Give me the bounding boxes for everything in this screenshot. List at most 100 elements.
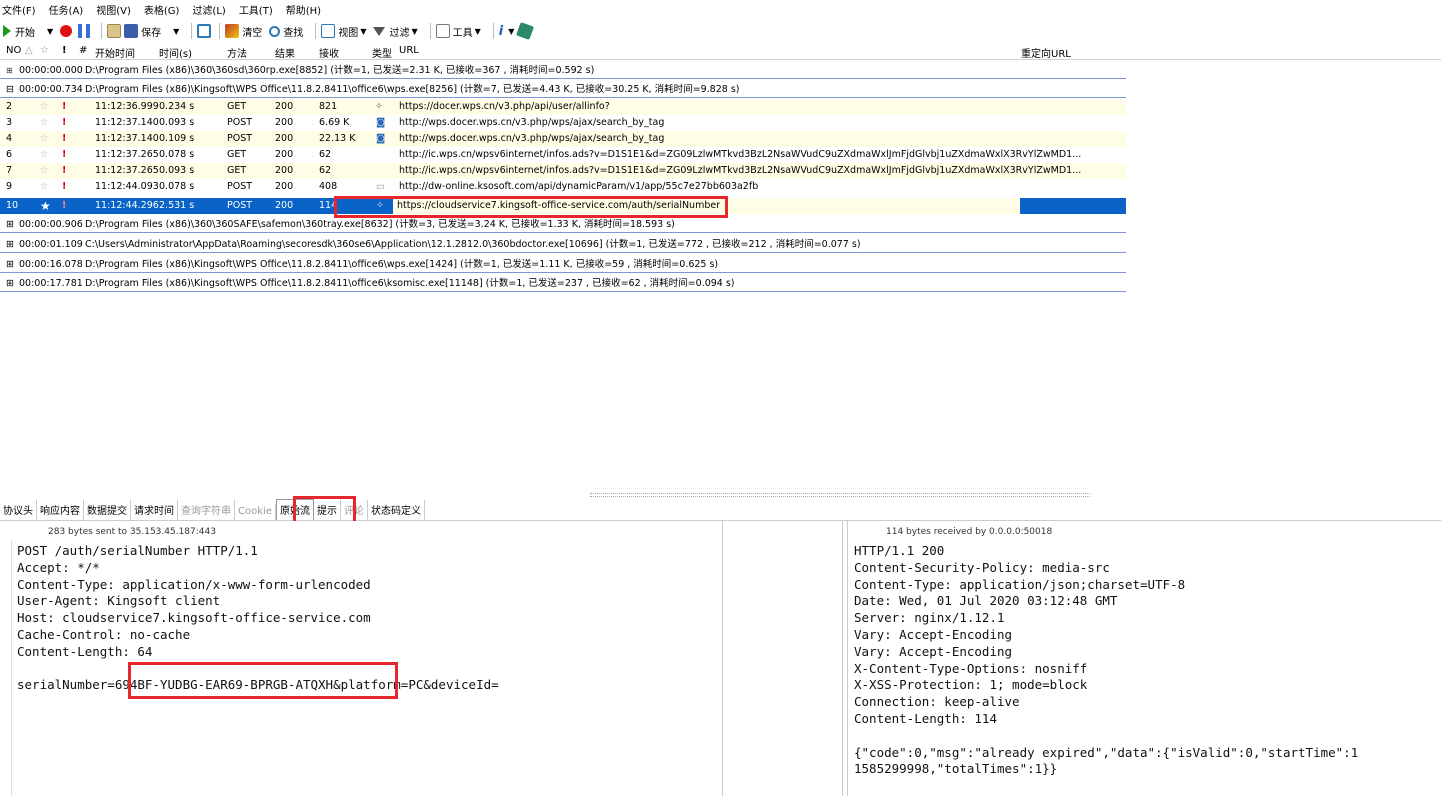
request-raw-pane: 283 bytes sent to 35.153.45.187:443 POST… [0,521,843,796]
tools-button[interactable]: 工具 ▼ [435,24,481,39]
book-icon[interactable] [516,22,535,40]
priority-icon: ! [62,200,67,211]
chevron-down-icon[interactable]: ▼ [475,27,481,36]
save-icon [124,24,139,38]
group-row[interactable]: ⊞ 00:00:01.109 C:\Users\Administrator\Ap… [0,237,1126,253]
toolbar-separator [315,23,317,39]
toolbar-separator [429,23,431,39]
table-row[interactable]: 2 ☆ ! 11:12:36.999 0.234 s GET 200 821 ✧… [0,99,1126,115]
menu-help[interactable]: 帮助(H) [286,2,321,17]
tools-icon [435,24,450,38]
chevron-down-icon[interactable]: ▼ [508,27,514,36]
response-raw-text[interactable]: HTTP/1.1 200 Content-Security-Policy: me… [854,543,1358,778]
chevron-down-icon[interactable]: ▼ [173,27,179,36]
chevron-down-icon[interactable]: ▼ [47,27,53,36]
col-method[interactable]: 方法 [227,45,247,60]
group-row[interactable]: ⊞ 00:00:17.781 D:\Program Files (x86)\Ki… [0,276,1126,292]
menu-filter[interactable]: 过滤(L) [192,2,225,17]
copy-icon[interactable] [107,24,122,38]
filter-button[interactable]: 过滤 ▼ [373,24,418,39]
tab-status-codes[interactable]: 状态码定义 [368,500,425,520]
tab-post-data[interactable]: 数据提交 [84,500,131,520]
col-type[interactable]: 类型 [372,45,392,60]
table-row[interactable]: 3 ☆ ! 11:12:37.140 0.093 s POST 200 6.69… [0,115,1126,131]
expand-icon[interactable]: ⊞ [6,217,14,233]
sort-asc-icon: △ [25,45,33,56]
star-icon[interactable]: ☆ [40,163,49,179]
expand-icon[interactable]: ⊞ [6,276,14,292]
col-duration[interactable]: 时间(s) [159,45,192,60]
menu-view[interactable]: 视图(V) [96,2,131,17]
table-row[interactable]: 7 ☆ ! 11:12:37.265 0.093 s GET 200 62 ht… [0,163,1126,179]
expand-icon[interactable]: ⊞ [6,63,16,79]
star-icon[interactable]: ☆ [40,115,49,131]
splitter-handle[interactable] [590,493,1090,497]
filter-icon [373,26,386,36]
request-bytes-label: 283 bytes sent to 35.153.45.187:443 [48,527,216,537]
find-button[interactable]: 查找 [269,24,303,39]
menu-tools[interactable]: 工具(T) [239,2,273,17]
table-row[interactable]: 4 ☆ ! 11:12:37.140 0.109 s POST 200 22.1… [0,131,1126,147]
play-icon [3,25,11,37]
record-icon[interactable] [60,25,73,37]
tab-response[interactable]: 响应内容 [37,500,84,520]
star-icon[interactable]: ☆ [40,99,49,115]
start-button[interactable]: 开始 ▼ [3,24,53,39]
serial-highlight-box [128,662,398,699]
col-hash[interactable]: # [79,45,87,56]
col-redirect-url[interactable]: 重定向URL [1021,45,1071,60]
tab-query-string[interactable]: 查询字符串 [178,500,235,520]
priority-icon: ! [62,181,67,192]
save-button[interactable]: 保存 ▼ [124,24,179,39]
session-list: NO △ ☆ ! # 开始时间 时间(s) 方法 结果 接收 类型 URL 重定… [0,43,1441,295]
menu-file[interactable]: 文件(F) [2,2,36,17]
tab-headers[interactable]: 协议头 [0,500,37,520]
star-icon[interactable]: ★ [40,198,51,214]
col-url[interactable]: URL [399,45,419,56]
table-row[interactable]: 9 ☆ ! 11:12:44.093 0.078 s POST 200 408 … [0,179,1126,195]
group-row[interactable]: ⊞ 00:00:00.000 D:\Program Files (x86)\36… [0,63,1126,79]
tab-timing[interactable]: 请求时间 [131,500,178,520]
priority-icon: ! [62,165,67,176]
info-icon[interactable]: i [499,24,503,39]
priority-icon: ! [62,101,67,112]
grid-icon[interactable] [197,24,212,38]
star-icon: ☆ [40,45,49,56]
group-row[interactable]: ⊞ 00:00:00.906 D:\Program Files (x86)\36… [0,217,1126,233]
tab-highlight-box [293,496,356,524]
pane-divider [722,521,723,796]
col-received[interactable]: 接收 [319,45,339,60]
tab-cookie[interactable]: Cookie [235,504,276,520]
priority-icon: ! [62,45,67,56]
chevron-down-icon[interactable]: ▼ [411,27,417,36]
star-icon[interactable]: ☆ [40,131,49,147]
script-icon: ✧ [375,101,383,112]
highlight-box [334,196,728,218]
priority-icon: ! [62,149,67,160]
menu-task[interactable]: 任务(A) [49,2,84,17]
chevron-down-icon[interactable]: ▼ [360,27,366,36]
expand-icon[interactable]: ⊞ [6,237,14,253]
gutter [0,540,12,796]
collapse-icon[interactable]: ⊟ [6,82,14,98]
clear-button[interactable]: 清空 [225,24,262,39]
star-icon[interactable]: ☆ [40,147,49,163]
priority-icon: ! [62,133,67,144]
menu-bar: 文件(F) 任务(A) 视图(V) 表格(G) 过滤(L) 工具(T) 帮助(H… [0,0,1441,19]
pause-icon[interactable] [78,24,91,38]
col-no[interactable]: NO [6,45,21,56]
document-icon: ▭ [376,181,385,192]
group-row[interactable]: ⊟ 00:00:00.734 D:\Program Files (x86)\Ki… [0,82,1126,98]
view-icon [321,24,336,38]
group-row[interactable]: ⊞ 00:00:16.078 D:\Program Files (x86)\Ki… [0,257,1126,273]
col-result[interactable]: 结果 [275,45,295,60]
star-icon[interactable]: ☆ [40,179,49,195]
table-row[interactable]: 6 ☆ ! 11:12:37.265 0.078 s GET 200 62 ht… [0,147,1126,163]
json-icon: ◙ [376,117,386,128]
menu-table[interactable]: 表格(G) [144,2,180,17]
view-button[interactable]: 视图 ▼ [321,24,366,39]
response-bytes-label: 114 bytes received by 0.0.0.0:50018 [886,527,1053,537]
toolbar-separator [492,23,494,39]
expand-icon[interactable]: ⊞ [6,257,14,273]
col-start-time[interactable]: 开始时间 [95,45,135,60]
